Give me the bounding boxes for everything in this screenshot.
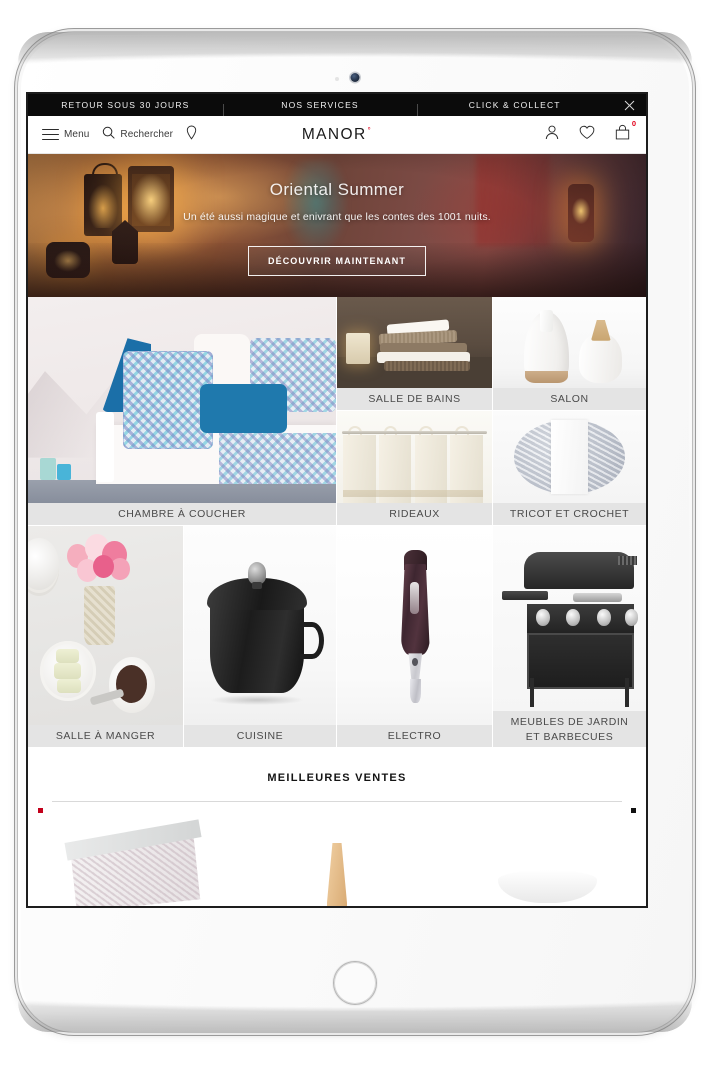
site-header: Menu Rechercher MANOR° 0 — [28, 116, 646, 154]
category-image-bedroom — [28, 297, 336, 503]
category-grid: CHAMBRE À COUCHER SALLE DE BAINS SALON R… — [28, 297, 646, 747]
category-label-knitting: TRICOT ET CROCHET — [493, 503, 646, 525]
category-label-garden-bbq-line1: MEUBLES DE JARDIN — [510, 716, 629, 729]
carousel-next-arrow[interactable] — [631, 808, 636, 813]
bestsellers-title: MEILLEURES VENTES — [267, 772, 407, 784]
category-label-garden-bbq-line2: ET BARBECUES — [525, 730, 614, 743]
category-tile-garden-bbq[interactable]: MEUBLES DE JARDIN ET BARBECUES — [493, 526, 646, 747]
utility-bar: RETOUR SOUS 30 JOURS NOS SERVICES CLICK … — [28, 94, 646, 118]
bestsellers-divider — [52, 801, 622, 802]
carousel-prev-arrow[interactable] — [38, 808, 43, 813]
category-label-garden-bbq: MEUBLES DE JARDIN ET BARBECUES — [493, 711, 646, 747]
category-tile-dining-room[interactable]: SALLE À MANGER — [28, 526, 183, 747]
utility-item-click-collect[interactable]: CLICK & COLLECT — [417, 100, 612, 118]
user-icon[interactable] — [545, 125, 559, 145]
category-image-electro — [337, 526, 492, 725]
location-pin-icon[interactable] — [186, 125, 197, 145]
bestseller-item[interactable] — [234, 825, 440, 906]
hero-title: Oriental Summer — [269, 180, 405, 199]
home-button[interactable] — [334, 962, 376, 1004]
category-label-electro: ELECTRO — [337, 725, 492, 747]
category-tile-curtains[interactable]: RIDEAUX — [337, 411, 492, 525]
search-label: Rechercher — [120, 129, 174, 140]
category-image-knitting — [493, 411, 646, 503]
category-tile-electro[interactable]: ELECTRO — [337, 526, 492, 747]
bestsellers-section: MEILLEURES VENTES — [28, 749, 646, 906]
bestseller-item[interactable] — [440, 825, 646, 906]
close-icon[interactable] — [612, 100, 646, 111]
header-right-group: 0 — [545, 119, 636, 145]
category-label-living-room: SALON — [493, 388, 646, 410]
cart-button[interactable]: 0 — [615, 119, 636, 145]
search-button[interactable]: Rechercher — [102, 126, 173, 144]
category-image-bathroom — [337, 297, 492, 388]
category-tile-bedroom[interactable]: CHAMBRE À COUCHER — [28, 297, 336, 525]
hero-subtitle: Un été aussi magique et enivrant que les… — [183, 211, 491, 223]
category-tile-living-room[interactable]: SALON — [493, 297, 646, 410]
category-tile-kitchen[interactable]: CUISINE — [184, 526, 336, 747]
category-image-living-room — [493, 297, 646, 388]
hamburger-icon[interactable] — [42, 129, 59, 140]
search-icon[interactable] — [102, 126, 116, 144]
utility-item-returns[interactable]: RETOUR SOUS 30 JOURS — [28, 100, 223, 110]
category-label-kitchen: CUISINE — [184, 725, 336, 747]
category-tile-bathroom[interactable]: SALLE DE BAINS — [337, 297, 492, 410]
manor-logo[interactable]: MANOR° — [302, 125, 372, 143]
utility-item-services[interactable]: NOS SERVICES — [222, 100, 418, 118]
category-image-curtains — [337, 411, 492, 503]
menu-label: Menu — [64, 129, 90, 140]
store-locator-button[interactable] — [186, 125, 197, 145]
category-image-garden-bbq — [493, 526, 646, 711]
bestsellers-carousel[interactable] — [28, 819, 646, 906]
category-image-dining-room — [28, 526, 183, 725]
category-image-kitchen — [184, 526, 336, 725]
hero-content: Oriental Summer Un été aussi magique et … — [28, 154, 646, 297]
cart-count-badge: 0 — [631, 119, 636, 128]
tablet-screen: RETOUR SOUS 30 JOURS NOS SERVICES CLICK … — [28, 94, 646, 906]
bestseller-item[interactable] — [28, 819, 234, 906]
bag-icon[interactable] — [615, 124, 630, 144]
device-edge-top — [18, 32, 692, 92]
logo-mark: ° — [367, 125, 373, 135]
header-left-group: Menu Rechercher — [42, 125, 197, 145]
category-label-dining-room: SALLE À MANGER — [28, 725, 183, 747]
front-camera — [350, 73, 360, 82]
discover-now-button[interactable]: DÉCOUVRIR MAINTENANT — [248, 246, 426, 276]
ambient-light-sensor — [335, 77, 339, 81]
menu-button[interactable]: Menu — [42, 129, 89, 140]
category-tile-knitting[interactable]: TRICOT ET CROCHET — [493, 411, 646, 525]
category-label-bathroom: SALLE DE BAINS — [337, 388, 492, 410]
category-label-bedroom: CHAMBRE À COUCHER — [28, 503, 336, 525]
logo-text: MANOR — [301, 125, 367, 143]
heart-icon[interactable] — [579, 125, 595, 145]
category-label-curtains: RIDEAUX — [337, 503, 492, 525]
hero-banner[interactable]: Oriental Summer Un été aussi magique et … — [28, 154, 646, 297]
